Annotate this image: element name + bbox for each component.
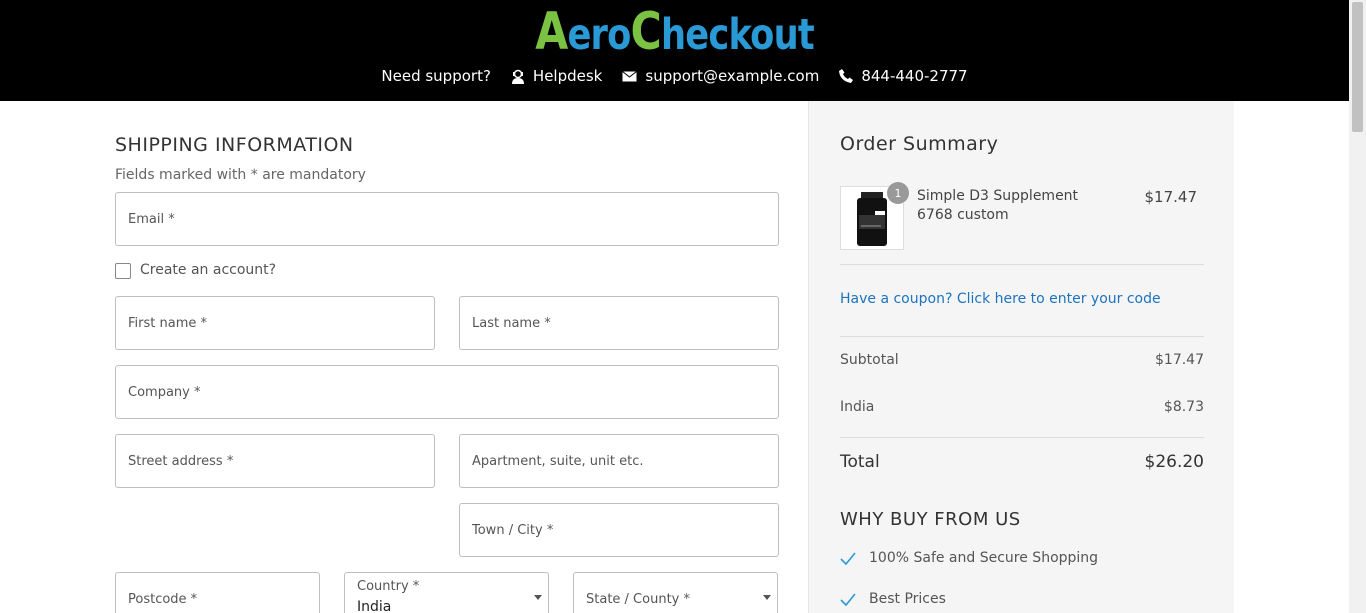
chevron-down-icon xyxy=(763,595,771,600)
site-header: AeroCheckout Need support? Helpdesk supp… xyxy=(0,0,1349,101)
mandatory-note: Fields marked with * are mandatory xyxy=(115,167,366,183)
subtotal-label: Subtotal xyxy=(840,352,899,368)
shipping-title: SHIPPING INFORMATION xyxy=(115,134,354,156)
chevron-down-icon xyxy=(534,595,542,600)
aerocheckout-logo[interactable]: AeroCheckout xyxy=(122,4,1228,63)
email-label: Email * xyxy=(128,211,175,227)
helpdesk-link[interactable]: Helpdesk xyxy=(533,67,602,85)
support-bar: Need support? Helpdesk support@example.c… xyxy=(0,64,1349,88)
country-select[interactable]: Country * India xyxy=(344,572,549,613)
divider xyxy=(840,437,1204,438)
company-label: Company * xyxy=(128,384,201,400)
divider xyxy=(840,336,1204,337)
why-item: Best Prices xyxy=(840,591,946,607)
envelope-icon xyxy=(622,70,638,82)
order-summary-title: Order Summary xyxy=(840,133,999,155)
product-price: $17.47 xyxy=(1144,188,1198,206)
create-account-label[interactable]: Create an account? xyxy=(140,262,276,278)
checkmark-icon xyxy=(840,552,856,566)
product-name: Simple D3 Supplement 6768 custom xyxy=(917,188,1079,223)
total-value: $26.20 xyxy=(1144,452,1204,472)
town-city-field[interactable]: Town / City * xyxy=(459,503,779,557)
company-field[interactable]: Company * xyxy=(115,365,779,419)
helpdesk-icon xyxy=(511,69,525,84)
apartment-field[interactable]: Apartment, suite, unit etc. xyxy=(459,434,779,488)
country-label: Country * xyxy=(357,579,420,594)
last-name-label: Last name * xyxy=(472,315,551,331)
shipping-label: India xyxy=(840,399,875,415)
first-name-label: First name * xyxy=(128,315,207,331)
postcode-field[interactable]: Postcode * xyxy=(115,572,320,613)
order-summary-panel: Order Summary 1 Simple D3 Supplement 676… xyxy=(808,101,1234,613)
why-buy-title: WHY BUY FROM US xyxy=(840,509,1021,530)
page-scrollbar[interactable] xyxy=(1349,0,1366,613)
email-field[interactable]: Email * xyxy=(115,192,779,246)
why-item: 100% Safe and Secure Shopping xyxy=(840,550,1098,566)
first-name-field[interactable]: First name * xyxy=(115,296,435,350)
scrollbar-thumb[interactable] xyxy=(1352,2,1363,132)
street-address-field[interactable]: Street address * xyxy=(115,434,435,488)
item-quantity-badge: 1 xyxy=(887,182,909,204)
why-item-text: Best Prices xyxy=(869,591,946,607)
logo-text-heckout: heckout xyxy=(661,10,815,60)
state-county-label: State / County * xyxy=(586,591,690,607)
total-label: Total xyxy=(840,452,880,472)
apartment-label: Apartment, suite, unit etc. xyxy=(472,453,644,469)
logo-letter-a: A xyxy=(535,2,568,62)
street-address-label: Street address * xyxy=(128,453,234,469)
divider xyxy=(840,264,1204,265)
phone-icon xyxy=(839,69,854,83)
shipping-form-panel: SHIPPING INFORMATION Fields marked with … xyxy=(0,101,808,613)
last-name-field[interactable]: Last name * xyxy=(459,296,779,350)
country-value: India xyxy=(357,599,392,613)
subtotal-value: $17.47 xyxy=(1155,352,1204,368)
checkmark-icon xyxy=(840,593,856,607)
coupon-link[interactable]: Have a coupon? Click here to enter your … xyxy=(840,291,1161,307)
need-support-text: Need support? xyxy=(381,67,491,85)
shipping-value: $8.73 xyxy=(1163,399,1204,415)
logo-letter-c: C xyxy=(630,2,662,62)
create-account-checkbox[interactable] xyxy=(115,263,131,279)
logo-text-ero: ero xyxy=(567,10,631,60)
town-city-label: Town / City * xyxy=(472,522,554,538)
state-county-select[interactable]: State / County * xyxy=(573,572,778,613)
support-phone-link[interactable]: 844-440-2777 xyxy=(861,67,967,85)
support-email-link[interactable]: support@example.com xyxy=(645,67,819,85)
why-item-text: 100% Safe and Secure Shopping xyxy=(869,550,1099,566)
postcode-label: Postcode * xyxy=(128,591,198,607)
